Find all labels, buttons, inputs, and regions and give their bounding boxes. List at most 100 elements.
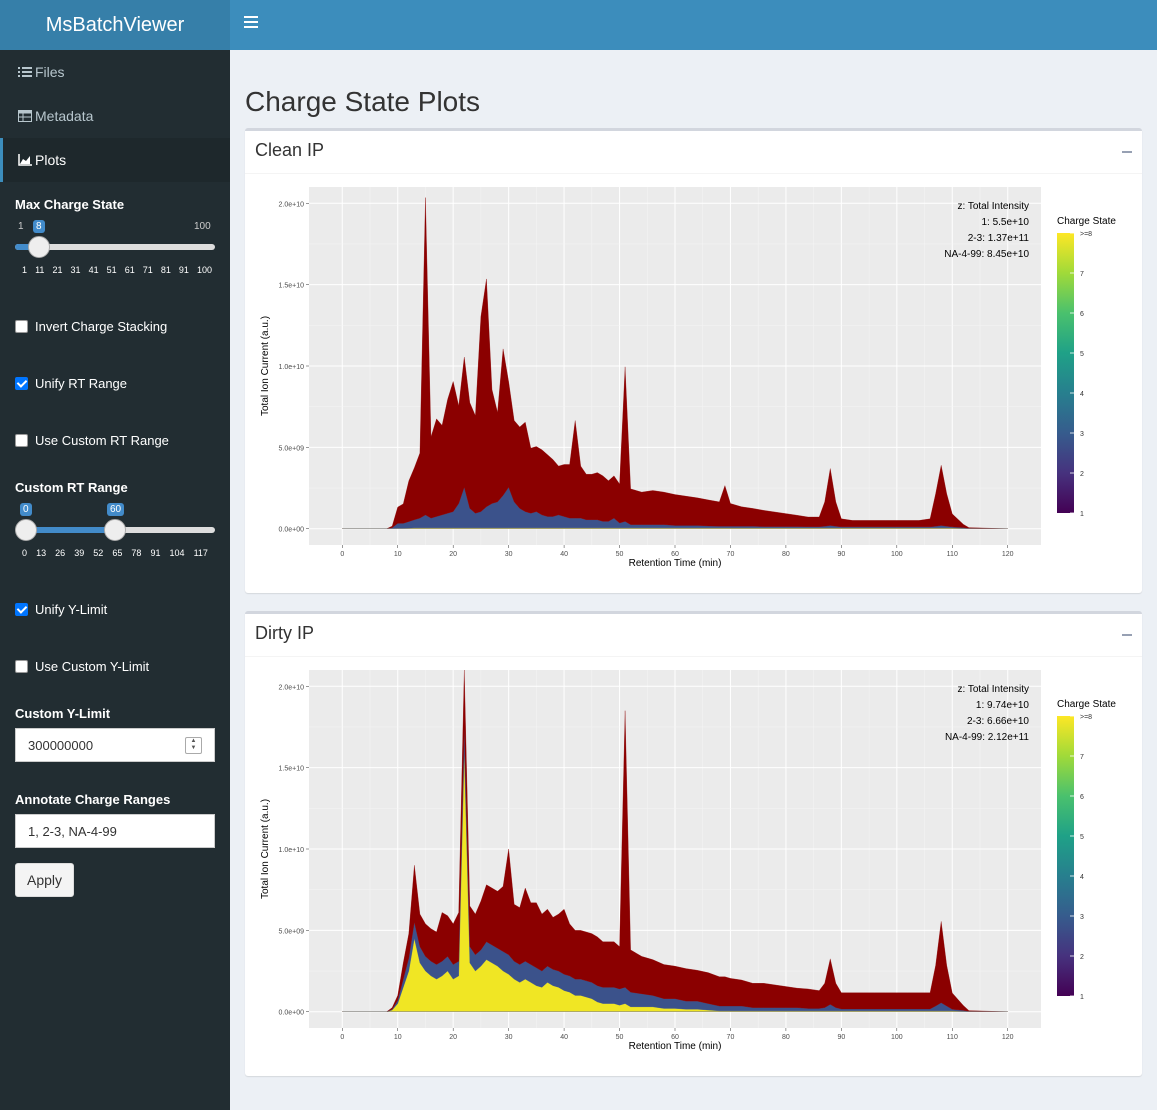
legend-tick-label: 7 [1080,271,1084,278]
sidebar-item-label: Metadata [35,108,94,124]
plot-panel-dirty: Dirty IP 0.0e+00 5.0e+09 1.0e+10 1.5e+10 2.0… [245,611,1142,1076]
legend-tick-label: 3 [1080,431,1084,438]
rt-from-handle[interactable] [15,519,37,541]
tick-label: 21 [52,265,63,275]
legend-tick-label: 1 [1080,511,1084,518]
tick-label: 104 [169,548,185,558]
tick-label: 51 [106,265,117,275]
sidebar-item-label: Files [35,64,65,80]
legend-tick-label: 2 [1080,471,1084,478]
checkbox-label: Invert Charge Stacking [35,319,168,334]
sidebar-toggle-icon[interactable] [244,16,258,30]
annotate-input[interactable]: 1, 2-3, NA-4-99 [15,814,215,848]
y-tick-label: 1.0e+10 [279,364,305,371]
checkbox-box[interactable] [15,660,28,673]
rt-range-ticks: 0 13 26 39 52 65 78 91 104 117 [22,548,208,558]
tick-label: 71 [142,265,153,275]
x-tick-label: 60 [671,551,679,558]
x-tick-label: 30 [505,1034,513,1041]
sidebar-item-label: Plots [35,152,67,168]
tick-label: 81 [160,265,171,275]
plot-panel-clean: Clean IP 0.0e+00 5.0e+09 1.0e+10 1.5e+10 2.0… [245,128,1142,593]
intensity-annotation: 1: 9.74e+10 [976,700,1030,711]
legend-tick-label: 6 [1080,794,1084,801]
y-axis-label: Total Ion Current (a.u.) [260,316,271,416]
legend-tick-label: 1 [1080,994,1084,1001]
tick-label: 91 [150,548,161,558]
annotate-label: Annotate Charge Ranges [15,792,171,807]
max-charge-ticks: 1 11 21 31 41 51 61 71 81 91 100 [22,265,212,275]
checkbox-box[interactable] [15,603,28,616]
list-icon [18,67,32,77]
tick-label: 26 [55,548,66,558]
y-limit-input[interactable]: 300000000 ▲ ▼ [15,728,215,762]
intensity-annotation: 2-3: 6.66e+10 [967,716,1029,727]
x-tick-label: 20 [449,551,457,558]
legend-tick-label: 6 [1080,311,1084,318]
legend-tick-label: 2 [1080,954,1084,961]
x-tick-label: 100 [891,551,903,558]
area-chart-icon [18,154,32,166]
unify-rt-checkbox[interactable]: Unify RT Range [15,376,215,391]
sidebar-item-metadata[interactable]: Metadata [0,94,230,138]
x-tick-label: 20 [449,1034,457,1041]
checkbox-label: Use Custom Y-Limit [35,659,150,674]
x-tick-label: 0 [340,551,344,558]
tick-label: 0 [22,548,28,558]
sidebar-item-files[interactable]: Files [0,50,230,94]
rt-range-fill [26,527,115,533]
tick-label: 31 [70,265,81,275]
rt-from-bubble: 0 [20,503,32,516]
x-tick-label: 70 [727,1034,735,1041]
checkbox-box[interactable] [15,320,28,333]
x-tick-label: 50 [616,1034,624,1041]
tick-label: 41 [88,265,99,275]
intensity-annotation: 1: 5.5e+10 [981,217,1029,228]
panel-title: Clean IP [255,140,325,160]
y-tick-label: 5.0e+09 [279,445,305,452]
tick-label: 65 [112,548,123,558]
apply-button[interactable]: Apply [15,863,74,897]
number-spinner-icon[interactable]: ▲ ▼ [185,737,202,754]
x-axis-label: Retention Time (min) [629,1041,722,1052]
legend-colorbar [1057,716,1074,996]
x-tick-label: 40 [560,551,568,558]
x-axis-label: Retention Time (min) [629,558,722,569]
checkbox-box[interactable] [15,377,28,390]
legend-tick-label: >=8 [1080,714,1092,721]
sidebar-item-plots[interactable]: Plots [0,138,230,182]
x-tick-label: 10 [394,551,402,558]
x-tick-label: 30 [505,551,513,558]
max-charge-slider-handle[interactable] [28,236,50,258]
x-tick-label: 10 [394,1034,402,1041]
x-tick-label: 110 [947,551,958,558]
unify-y-checkbox[interactable]: Unify Y-Limit [15,602,215,617]
legend-tick-label: 4 [1080,874,1084,881]
rt-to-handle[interactable] [104,519,126,541]
intensity-annotation: 2-3: 1.37e+11 [968,233,1030,244]
legend-tick-label: 5 [1080,351,1084,358]
collapse-icon[interactable] [1122,151,1132,153]
x-tick-label: 120 [1002,1034,1014,1041]
invert-charge-checkbox[interactable]: Invert Charge Stacking [15,319,215,334]
legend-colorbar [1057,233,1074,513]
y-axis-label: Total Ion Current (a.u.) [260,799,271,899]
tick-label: 78 [131,548,142,558]
legend-tick-label: 5 [1080,834,1084,841]
checkbox-label: Use Custom RT Range [35,433,169,448]
custom-y-checkbox[interactable]: Use Custom Y-Limit [15,659,215,674]
custom-rt-checkbox[interactable]: Use Custom RT Range [15,433,215,448]
x-tick-label: 80 [782,1034,790,1041]
legend-tick-label: 4 [1080,391,1084,398]
collapse-icon[interactable] [1122,634,1132,636]
tick-label: 117 [193,548,208,558]
tick-label: 13 [36,548,47,558]
legend-title: Charge State [1057,216,1116,227]
app-logo[interactable]: MsBatchViewer [0,0,230,50]
y-tick-label: 1.5e+10 [279,283,305,290]
intensity-annotation: z: Total Intensity [957,201,1029,212]
x-tick-label: 0 [340,1034,344,1041]
checkbox-label: Unify RT Range [35,376,128,391]
checkbox-box[interactable] [15,434,28,447]
tick-label: 11 [35,265,45,275]
